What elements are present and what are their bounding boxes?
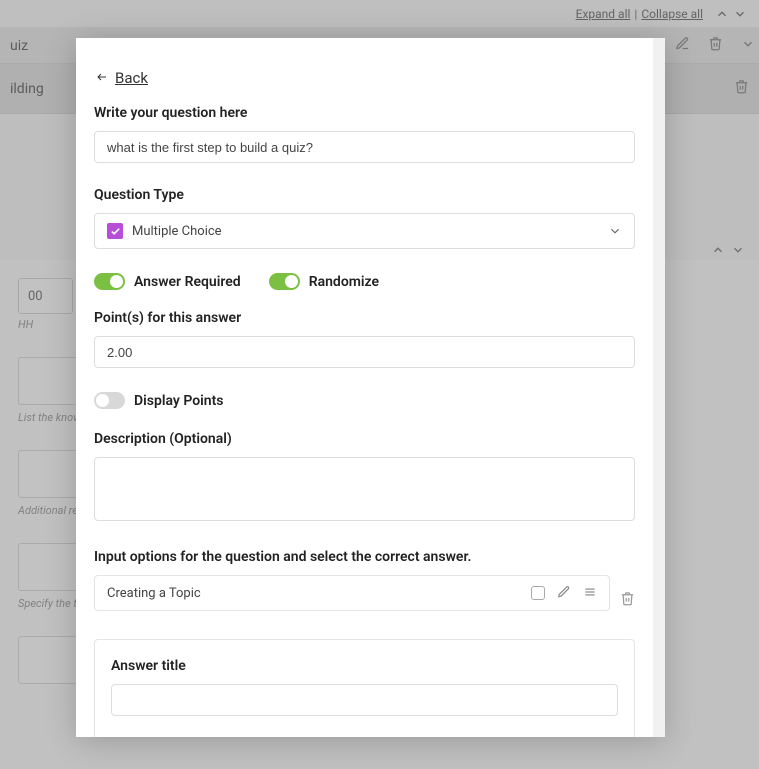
option-text: Creating a Topic	[107, 586, 201, 601]
multiple-choice-icon	[107, 223, 123, 239]
randomize-label: Randomize	[309, 274, 379, 290]
question-input[interactable]	[94, 131, 635, 163]
answer-title-label: Answer title	[111, 658, 618, 674]
edit-icon[interactable]	[557, 584, 571, 603]
upload-image-label: Upload Image	[111, 736, 618, 737]
description-label: Description (Optional)	[94, 431, 635, 447]
question-field-label: Write your question here	[94, 105, 635, 121]
question-type-label: Question Type	[94, 187, 635, 203]
arrow-left-icon	[94, 69, 110, 87]
points-label: Point(s) for this answer	[94, 310, 635, 326]
drag-handle-icon[interactable]	[583, 584, 597, 603]
back-label: Back	[115, 69, 148, 87]
answer-title-input[interactable]	[111, 684, 618, 716]
answer-option-row[interactable]: Creating a Topic	[94, 575, 610, 611]
back-button[interactable]: Back	[94, 69, 148, 87]
question-editor-modal: Back Write your question here Question T…	[76, 38, 665, 737]
question-type-select[interactable]: Multiple Choice	[94, 213, 635, 249]
display-points-label: Display Points	[134, 393, 224, 409]
question-type-value: Multiple Choice	[132, 224, 222, 239]
delete-option-button[interactable]	[620, 591, 635, 610]
chevron-down-icon	[608, 224, 622, 238]
randomize-toggle[interactable]	[269, 273, 300, 290]
answer-required-toggle[interactable]	[94, 273, 125, 290]
options-heading: Input options for the question and selec…	[94, 549, 635, 565]
display-points-toggle[interactable]	[94, 392, 125, 409]
description-textarea[interactable]	[94, 457, 635, 521]
answer-required-label: Answer Required	[134, 274, 241, 290]
correct-answer-checkbox[interactable]	[531, 586, 545, 600]
points-input[interactable]	[94, 336, 635, 368]
answer-detail-card: Answer title Upload Image	[94, 639, 635, 737]
